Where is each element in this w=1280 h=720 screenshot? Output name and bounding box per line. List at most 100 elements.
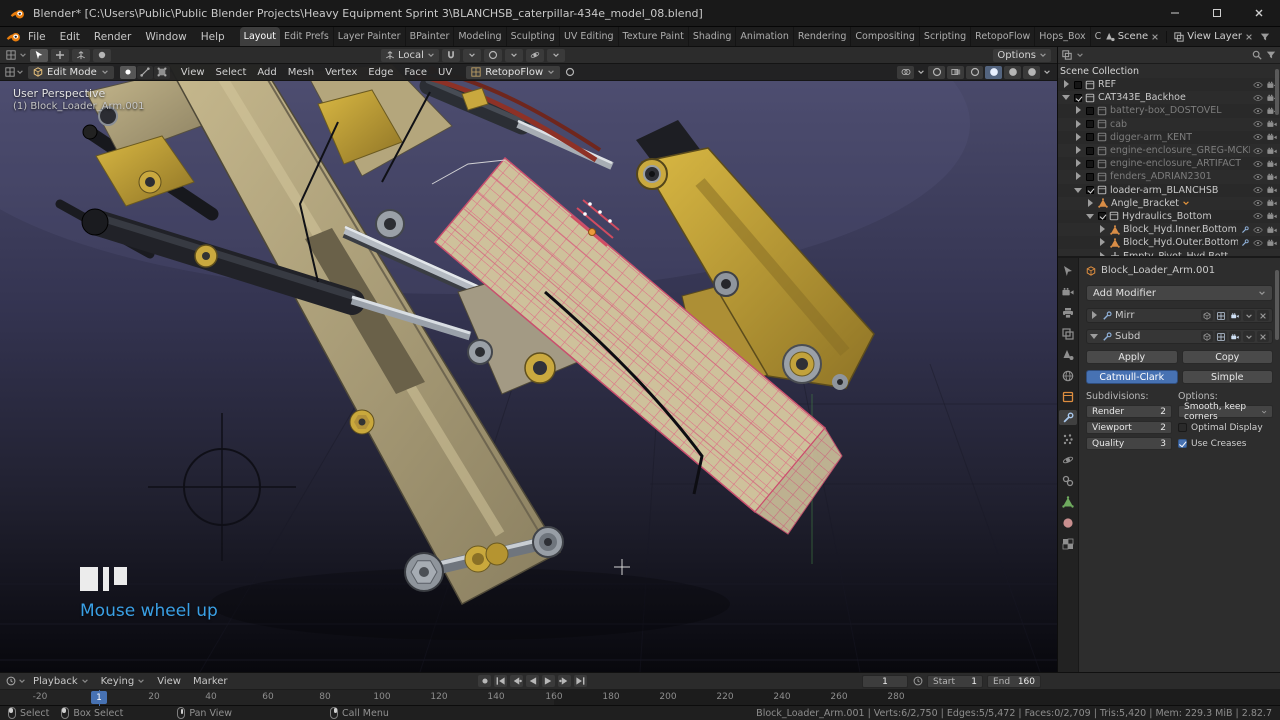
outliner-item-cat343e[interactable]: CAT343E_Backhoe [1058, 91, 1280, 105]
disclosure-icon[interactable] [1074, 106, 1083, 115]
collection-checkbox[interactable] [1086, 186, 1094, 195]
collection-checkbox[interactable] [1074, 80, 1082, 89]
outliner-item-ref[interactable]: REF [1058, 78, 1280, 92]
render-subdivisions-field[interactable]: Render 2 [1086, 405, 1172, 418]
menu-marker[interactable]: Marker [188, 676, 233, 687]
collection-checkbox[interactable] [1074, 93, 1082, 102]
eye-icon[interactable] [1253, 146, 1263, 156]
disclosure-icon[interactable] [1090, 311, 1099, 320]
outliner-item-battery-box[interactable]: battery-box_DOSTOVEL [1058, 104, 1280, 118]
disclosure-icon[interactable] [1086, 212, 1095, 221]
eye-icon[interactable] [1253, 159, 1263, 169]
outliner-editor-icon[interactable] [1062, 50, 1072, 60]
menu-help[interactable]: Help [194, 27, 232, 46]
previous-keyframe-button[interactable] [510, 675, 523, 687]
workspace-tab-shading[interactable]: Shading [689, 27, 737, 46]
shading-wireframe-button[interactable] [966, 65, 983, 79]
select-tool-button[interactable] [30, 48, 48, 62]
play-button[interactable] [542, 675, 555, 687]
disclosure-icon[interactable] [1098, 238, 1107, 247]
tab-scene[interactable] [1059, 347, 1077, 362]
jump-to-start-button[interactable] [494, 675, 507, 687]
camera-icon[interactable] [1267, 211, 1277, 221]
toggle-edit-mode-icon[interactable] [1201, 331, 1213, 342]
tab-material[interactable] [1059, 515, 1077, 530]
disclosure-icon[interactable] [1062, 80, 1071, 89]
outliner-scrollbar[interactable] [1275, 69, 1279, 115]
disclosure-icon[interactable] [1074, 172, 1083, 181]
workspace-tab-bpainter[interactable]: BPainter [406, 27, 455, 46]
disclosure-icon[interactable] [1090, 332, 1099, 341]
transform-orientation-dropdown[interactable]: Local [381, 48, 439, 62]
snap-toggle-button[interactable] [441, 48, 460, 62]
menu-mesh[interactable]: Mesh [283, 67, 319, 78]
collection-checkbox[interactable] [1086, 106, 1094, 115]
simple-button[interactable]: Simple [1181, 370, 1273, 384]
properties-scrollbar[interactable] [1275, 270, 1279, 340]
disclosure-icon[interactable] [1098, 225, 1107, 234]
tab-particles[interactable] [1059, 431, 1077, 446]
workspace-tab-texture-paint[interactable]: Texture Paint [619, 27, 689, 46]
play-reverse-button[interactable] [526, 675, 539, 687]
edge-select-button[interactable] [136, 65, 153, 79]
camera-icon[interactable] [1267, 132, 1277, 142]
eye-icon[interactable] [1253, 198, 1263, 208]
chevron-down-icon[interactable] [19, 51, 27, 59]
quality-field[interactable]: Quality 3 [1086, 437, 1172, 450]
add-modifier-dropdown[interactable]: Add Modifier [1086, 285, 1273, 301]
retopoflow-dropdown[interactable]: RetopoFlow [466, 65, 561, 79]
cursor-tool-button[interactable] [51, 48, 69, 62]
camera-icon[interactable] [1267, 238, 1277, 248]
scene-name[interactable]: Scene [1118, 31, 1149, 42]
menu-uv[interactable]: UV [433, 67, 457, 78]
eye-icon[interactable] [1253, 172, 1263, 182]
camera-icon[interactable] [1267, 146, 1277, 156]
menu-vertex[interactable]: Vertex [320, 67, 362, 78]
move-modifier-icon[interactable] [1243, 310, 1255, 321]
camera-icon[interactable] [1267, 159, 1277, 169]
menu-keying[interactable]: Keying [96, 676, 151, 687]
filter-icon[interactable] [1266, 50, 1276, 60]
modifier-name[interactable]: Subd [1115, 331, 1140, 342]
eye-icon[interactable] [1253, 93, 1263, 103]
playhead-frame-label[interactable]: 1 [91, 691, 107, 704]
close-modifier-icon[interactable] [1257, 331, 1269, 342]
workspace-tab-uv-editing[interactable]: UV Editing [560, 27, 619, 46]
outliner-item-cab[interactable]: cab [1058, 117, 1280, 131]
tab-world[interactable] [1059, 368, 1077, 383]
menu-view[interactable]: View [176, 67, 210, 78]
menu-face[interactable]: Face [399, 67, 432, 78]
workspace-tab-layer-painter[interactable]: Layer Painter [334, 27, 406, 46]
camera-icon[interactable] [1267, 225, 1277, 235]
camera-icon[interactable] [1267, 198, 1277, 208]
eye-icon[interactable] [1253, 185, 1263, 195]
frame-start-field[interactable]: Start 1 [927, 675, 983, 688]
menu-file[interactable]: File [21, 27, 53, 46]
outliner-item-hydraulics-bottom[interactable]: Hydraulics_Bottom [1058, 209, 1280, 224]
chevron-down-icon[interactable] [16, 68, 24, 76]
view-layer-name[interactable]: View Layer [1187, 31, 1242, 42]
toggle-realtime-icon[interactable] [1215, 310, 1227, 321]
workspace-tab-compositing[interactable]: Compositing [851, 27, 920, 46]
gizmo-settings-dropdown[interactable] [546, 48, 565, 62]
tab-constraints[interactable] [1059, 473, 1077, 488]
gizmos-toggle-button[interactable] [897, 65, 914, 79]
overlays-toggle-button[interactable] [928, 65, 945, 79]
menu-edit[interactable]: Edit [53, 27, 87, 46]
toggle-render-icon[interactable] [1229, 331, 1241, 342]
modifier-subsurf-header[interactable]: Subd [1086, 329, 1273, 344]
close-modifier-icon[interactable] [1257, 310, 1269, 321]
menu-add[interactable]: Add [252, 67, 281, 78]
menu-select[interactable]: Select [211, 67, 252, 78]
workspace-tab-modeling[interactable]: Modeling [454, 27, 507, 46]
breadcrumb-object-name[interactable]: Block_Loader_Arm.001 [1101, 265, 1215, 276]
eye-icon[interactable] [1253, 132, 1263, 142]
shading-solid-button[interactable] [985, 65, 1002, 79]
toggle-edit-mode-icon[interactable] [1201, 310, 1213, 321]
face-select-button[interactable] [153, 65, 170, 79]
menu-playback[interactable]: Playback [28, 676, 94, 687]
chevron-down-icon[interactable] [1042, 66, 1052, 79]
eye-icon[interactable] [1253, 119, 1263, 129]
collection-checkbox[interactable] [1086, 133, 1094, 142]
tab-physics[interactable] [1059, 452, 1077, 467]
